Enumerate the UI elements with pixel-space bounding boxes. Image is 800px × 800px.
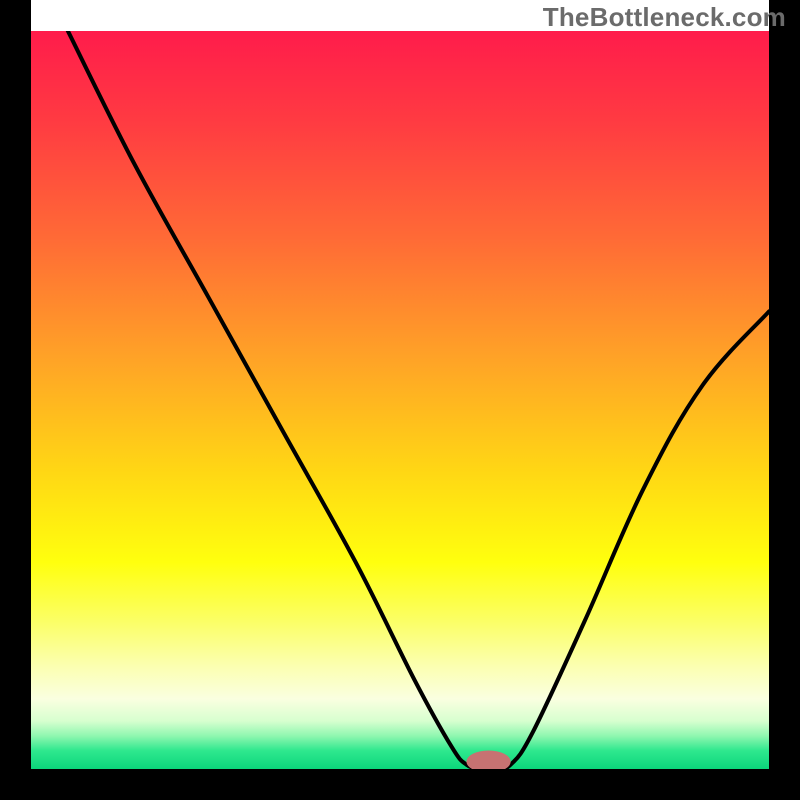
gradient-background [31,31,769,769]
plot-area [31,31,769,769]
chart-svg [31,31,769,769]
chart-frame: TheBottleneck.com [0,0,800,800]
bottom-border [0,769,800,800]
watermark-text: TheBottleneck.com [543,2,786,33]
